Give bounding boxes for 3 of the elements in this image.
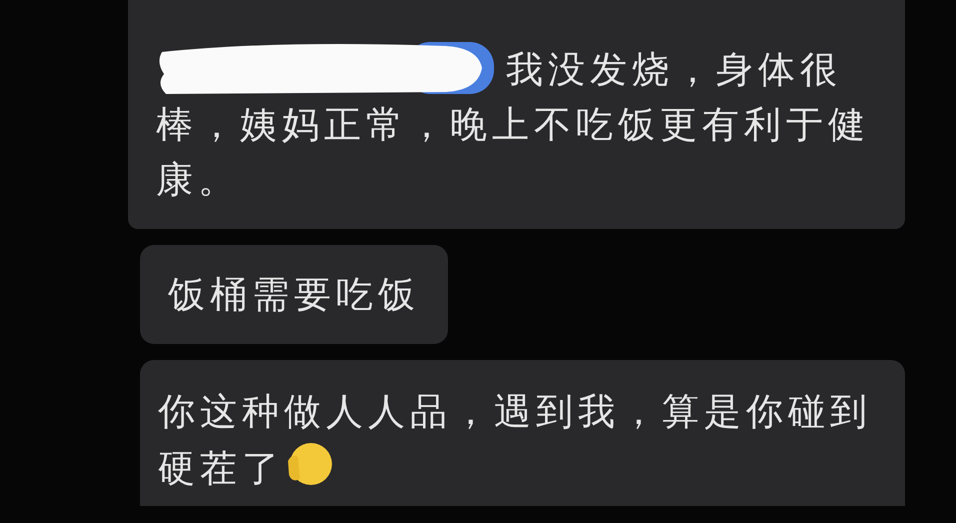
message-text: 饭桶需要吃饭 <box>168 273 420 316</box>
message-text: 我没发烧，身体很棒，姨妈正常，晚上不吃饭更有利于健康。 <box>156 48 870 201</box>
message-text: 你这种做人人品，遇到我，算是你碰到硬茬了 <box>158 390 872 490</box>
